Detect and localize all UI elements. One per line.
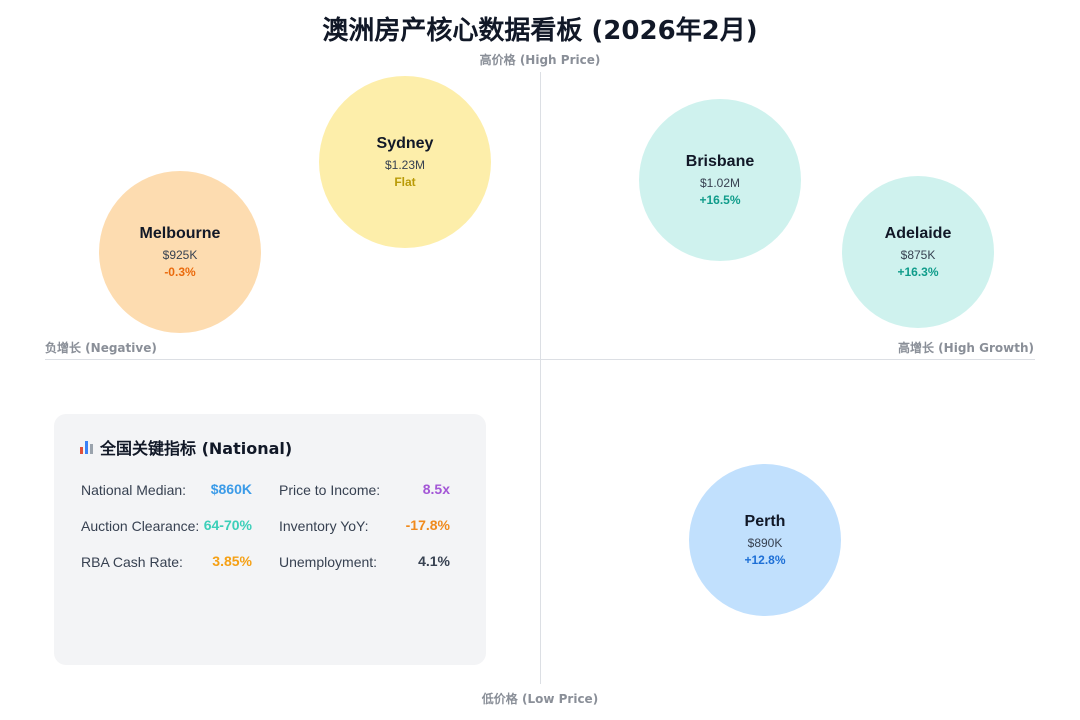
vertical-axis-line — [540, 72, 541, 684]
city-bubble-melbourne[interactable]: Melbourne $925K -0.3% — [99, 171, 261, 333]
metric-label: Unemployment: — [279, 554, 378, 570]
metric-label: Price to Income: — [279, 482, 381, 498]
metric-value: 8.5x — [422, 481, 450, 497]
city-price: $1.23M — [384, 158, 426, 172]
horizontal-axis-line — [45, 359, 1035, 360]
axis-label-low-price: 低价格 (Low Price) — [481, 692, 599, 706]
metric-value: 3.85% — [212, 553, 252, 569]
city-price: $890K — [747, 536, 783, 550]
city-price: $875K — [900, 248, 936, 262]
city-name: Adelaide — [884, 225, 952, 242]
metric-label: RBA Cash Rate: — [81, 554, 183, 570]
city-name: Sydney — [376, 135, 434, 152]
city-name: Perth — [744, 513, 786, 530]
dashboard-title: 澳洲房产核心数据看板 (2026年2月) — [322, 16, 758, 46]
city-growth: +12.8% — [744, 553, 786, 567]
metric-value: 4.1% — [418, 553, 450, 569]
metric-label: Inventory YoY: — [279, 518, 369, 534]
bar-chart-icon — [80, 440, 94, 454]
axis-label-high-growth: 高增长 (High Growth) — [898, 341, 1034, 355]
city-bubble-brisbane[interactable]: Brisbane $1.02M +16.5% — [639, 99, 801, 261]
city-growth: Flat — [394, 175, 416, 189]
city-bubble-adelaide[interactable]: Adelaide $875K +16.3% — [842, 176, 994, 328]
dashboard: 澳洲房产核心数据看板 (2026年2月) 高价格 (High Price) 低价… — [0, 0, 1080, 720]
city-price: $925K — [162, 248, 198, 262]
national-metrics-title-text: 全国关键指标 (National) — [100, 439, 293, 458]
metric-value: -17.8% — [405, 517, 450, 533]
city-bubble-sydney[interactable]: Sydney $1.23M Flat — [319, 76, 491, 248]
city-name: Brisbane — [685, 153, 755, 170]
axis-label-negative: 负增长 (Negative) — [45, 341, 157, 355]
national-metrics-card: 全国关键指标 (National) National Median: $860K… — [54, 414, 486, 665]
city-price: $1.02M — [699, 176, 741, 190]
city-bubble-perth[interactable]: Perth $890K +12.8% — [689, 464, 841, 616]
city-name: Melbourne — [139, 225, 221, 242]
city-growth: -0.3% — [164, 265, 196, 279]
metric-label: National Median: — [81, 482, 187, 498]
metric-value: $860K — [210, 481, 252, 497]
metric-label: Auction Clearance: — [81, 518, 200, 534]
city-growth: +16.5% — [699, 193, 741, 207]
city-growth: +16.3% — [897, 265, 939, 279]
metric-value: 64-70% — [203, 517, 252, 533]
national-metrics-title: 全国关键指标 (National) — [80, 435, 292, 459]
axis-label-high-price: 高价格 (High Price) — [479, 53, 601, 67]
